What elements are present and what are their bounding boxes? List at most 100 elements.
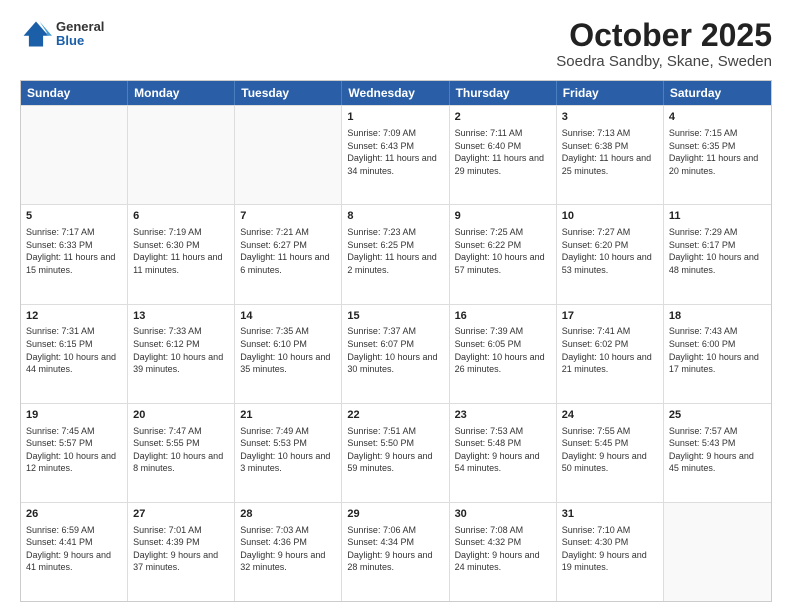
day-cell-12: 12Sunrise: 7:31 AM Sunset: 6:15 PM Dayli… bbox=[21, 305, 128, 403]
calendar-row-4: 19Sunrise: 7:45 AM Sunset: 5:57 PM Dayli… bbox=[21, 403, 771, 502]
day-info: Sunrise: 7:39 AM Sunset: 6:05 PM Dayligh… bbox=[455, 325, 551, 375]
header-cell-wednesday: Wednesday bbox=[342, 81, 449, 105]
day-cell-empty bbox=[21, 106, 128, 204]
day-number: 22 bbox=[347, 408, 443, 423]
day-number: 6 bbox=[133, 209, 229, 224]
header-cell-sunday: Sunday bbox=[21, 81, 128, 105]
header-cell-tuesday: Tuesday bbox=[235, 81, 342, 105]
day-info: Sunrise: 7:23 AM Sunset: 6:25 PM Dayligh… bbox=[347, 226, 443, 276]
day-info: Sunrise: 7:41 AM Sunset: 6:02 PM Dayligh… bbox=[562, 325, 658, 375]
day-cell-20: 20 Sunrise: 7:47 AM Sunset: 5:55 PM Dayli… bbox=[128, 404, 235, 502]
header-cell-friday: Friday bbox=[557, 81, 664, 105]
day-number: 11 bbox=[669, 209, 766, 224]
calendar-subtitle: Soedra Sandby, Skane, Sweden bbox=[556, 53, 772, 70]
day-number: 17 bbox=[562, 309, 658, 324]
day-info: Sunrise: 7:19 AM Sunset: 6:30 PM Dayligh… bbox=[133, 226, 229, 276]
day-number: 15 bbox=[347, 309, 443, 324]
header-cell-monday: Monday bbox=[128, 81, 235, 105]
day-info: Sunrise: 7:21 AM Sunset: 6:27 PM Dayligh… bbox=[240, 226, 336, 276]
day-number: 29 bbox=[347, 507, 443, 522]
header: General Blue October 2025 Soedra Sandby,… bbox=[20, 18, 772, 70]
day-cell-empty bbox=[664, 503, 771, 601]
day-cell-31: 31Sunrise: 7:10 AM Sunset: 4:30 PM Dayli… bbox=[557, 503, 664, 601]
day-number: 13 bbox=[133, 309, 229, 324]
day-cell-empty bbox=[128, 106, 235, 204]
day-number: 23 bbox=[455, 408, 551, 423]
day-cell-25: 25Sunrise: 7:57 AM Sunset: 5:43 PM Dayli… bbox=[664, 404, 771, 502]
day-number: 10 bbox=[562, 209, 658, 224]
day-cell-9: 9Sunrise: 7:25 AM Sunset: 6:22 PM Daylig… bbox=[450, 205, 557, 303]
day-info: Sunrise: 7:51 AM Sunset: 5:50 PM Dayligh… bbox=[347, 425, 443, 475]
day-number: 30 bbox=[455, 507, 551, 522]
day-cell-4: 4Sunrise: 7:15 AM Sunset: 6:35 PM Daylig… bbox=[664, 106, 771, 204]
day-cell-15: 15Sunrise: 7:37 AM Sunset: 6:07 PM Dayli… bbox=[342, 305, 449, 403]
day-info: Sunrise: 7:29 AM Sunset: 6:17 PM Dayligh… bbox=[669, 226, 766, 276]
day-cell-27: 27Sunrise: 7:01 AM Sunset: 4:39 PM Dayli… bbox=[128, 503, 235, 601]
day-cell-16: 16Sunrise: 7:39 AM Sunset: 6:05 PM Dayli… bbox=[450, 305, 557, 403]
day-info: Sunrise: 6:59 AM Sunset: 4:41 PM Dayligh… bbox=[26, 524, 122, 574]
day-number: 1 bbox=[347, 110, 443, 125]
day-info: Sunrise: 7:49 AM Sunset: 5:53 PM Dayligh… bbox=[240, 425, 336, 475]
day-number: 12 bbox=[26, 309, 122, 324]
day-cell-3: 3 Sunrise: 7:13 AM Sunset: 6:38 PM Daylig… bbox=[557, 106, 664, 204]
calendar-body: 1 Sunrise: 7:09 AM Sunset: 6:43 PM Daylig… bbox=[21, 105, 771, 601]
day-cell-10: 10 Sunrise: 7:27 AM Sunset: 6:20 PM Dayli… bbox=[557, 205, 664, 303]
day-info: Sunrise: 7:55 AM Sunset: 5:45 PM Dayligh… bbox=[562, 425, 658, 475]
day-cell-14: 14Sunrise: 7:35 AM Sunset: 6:10 PM Dayli… bbox=[235, 305, 342, 403]
calendar-row-5: 26 Sunrise: 6:59 AM Sunset: 4:41 PM Dayli… bbox=[21, 502, 771, 601]
day-cell-8: 8 Sunrise: 7:23 AM Sunset: 6:25 PM Daylig… bbox=[342, 205, 449, 303]
day-cell-11: 11 Sunrise: 7:29 AM Sunset: 6:17 PM Dayli… bbox=[664, 205, 771, 303]
day-number: 2 bbox=[455, 110, 551, 125]
day-info: Sunrise: 7:11 AM Sunset: 6:40 PM Dayligh… bbox=[455, 127, 551, 177]
day-cell-22: 22 Sunrise: 7:51 AM Sunset: 5:50 PM Dayli… bbox=[342, 404, 449, 502]
day-number: 7 bbox=[240, 209, 336, 224]
day-cell-5: 5Sunrise: 7:17 AM Sunset: 6:33 PM Daylig… bbox=[21, 205, 128, 303]
day-number: 5 bbox=[26, 209, 122, 224]
calendar-row-1: 1 Sunrise: 7:09 AM Sunset: 6:43 PM Daylig… bbox=[21, 105, 771, 204]
day-cell-21: 21 Sunrise: 7:49 AM Sunset: 5:53 PM Dayli… bbox=[235, 404, 342, 502]
day-number: 31 bbox=[562, 507, 658, 522]
day-cell-empty bbox=[235, 106, 342, 204]
logo-blue: Blue bbox=[56, 34, 104, 48]
day-info: Sunrise: 7:57 AM Sunset: 5:43 PM Dayligh… bbox=[669, 425, 766, 475]
day-number: 16 bbox=[455, 309, 551, 324]
day-info: Sunrise: 7:06 AM Sunset: 4:34 PM Dayligh… bbox=[347, 524, 443, 574]
day-cell-7: 7 Sunrise: 7:21 AM Sunset: 6:27 PM Daylig… bbox=[235, 205, 342, 303]
day-number: 28 bbox=[240, 507, 336, 522]
day-info: Sunrise: 7:37 AM Sunset: 6:07 PM Dayligh… bbox=[347, 325, 443, 375]
day-number: 24 bbox=[562, 408, 658, 423]
day-info: Sunrise: 7:27 AM Sunset: 6:20 PM Dayligh… bbox=[562, 226, 658, 276]
day-cell-2: 2 Sunrise: 7:11 AM Sunset: 6:40 PM Daylig… bbox=[450, 106, 557, 204]
calendar-row-3: 12Sunrise: 7:31 AM Sunset: 6:15 PM Dayli… bbox=[21, 304, 771, 403]
day-number: 18 bbox=[669, 309, 766, 324]
day-cell-6: 6 Sunrise: 7:19 AM Sunset: 6:30 PM Daylig… bbox=[128, 205, 235, 303]
header-cell-saturday: Saturday bbox=[664, 81, 771, 105]
day-info: Sunrise: 7:08 AM Sunset: 4:32 PM Dayligh… bbox=[455, 524, 551, 574]
day-number: 20 bbox=[133, 408, 229, 423]
day-info: Sunrise: 7:45 AM Sunset: 5:57 PM Dayligh… bbox=[26, 425, 122, 475]
day-info: Sunrise: 7:13 AM Sunset: 6:38 PM Dayligh… bbox=[562, 127, 658, 177]
day-info: Sunrise: 7:09 AM Sunset: 6:43 PM Dayligh… bbox=[347, 127, 443, 177]
day-info: Sunrise: 7:01 AM Sunset: 4:39 PM Dayligh… bbox=[133, 524, 229, 574]
day-number: 8 bbox=[347, 209, 443, 224]
calendar-title: October 2025 bbox=[556, 18, 772, 53]
day-info: Sunrise: 7:03 AM Sunset: 4:36 PM Dayligh… bbox=[240, 524, 336, 574]
day-cell-28: 28 Sunrise: 7:03 AM Sunset: 4:36 PM Dayli… bbox=[235, 503, 342, 601]
day-info: Sunrise: 7:43 AM Sunset: 6:00 PM Dayligh… bbox=[669, 325, 766, 375]
day-cell-29: 29 Sunrise: 7:06 AM Sunset: 4:34 PM Dayli… bbox=[342, 503, 449, 601]
day-cell-19: 19Sunrise: 7:45 AM Sunset: 5:57 PM Dayli… bbox=[21, 404, 128, 502]
calendar-header-row: SundayMondayTuesdayWednesdayThursdayFrid… bbox=[21, 81, 771, 105]
day-number: 14 bbox=[240, 309, 336, 324]
day-info: Sunrise: 7:35 AM Sunset: 6:10 PM Dayligh… bbox=[240, 325, 336, 375]
day-number: 26 bbox=[26, 507, 122, 522]
day-info: Sunrise: 7:47 AM Sunset: 5:55 PM Dayligh… bbox=[133, 425, 229, 475]
day-info: Sunrise: 7:31 AM Sunset: 6:15 PM Dayligh… bbox=[26, 325, 122, 375]
day-number: 21 bbox=[240, 408, 336, 423]
page: General Blue October 2025 Soedra Sandby,… bbox=[0, 0, 792, 612]
logo-general: General bbox=[56, 20, 104, 34]
calendar-row-2: 5Sunrise: 7:17 AM Sunset: 6:33 PM Daylig… bbox=[21, 204, 771, 303]
day-number: 3 bbox=[562, 110, 658, 125]
day-cell-13: 13Sunrise: 7:33 AM Sunset: 6:12 PM Dayli… bbox=[128, 305, 235, 403]
day-cell-18: 18Sunrise: 7:43 AM Sunset: 6:00 PM Dayli… bbox=[664, 305, 771, 403]
logo-icon bbox=[20, 18, 52, 50]
